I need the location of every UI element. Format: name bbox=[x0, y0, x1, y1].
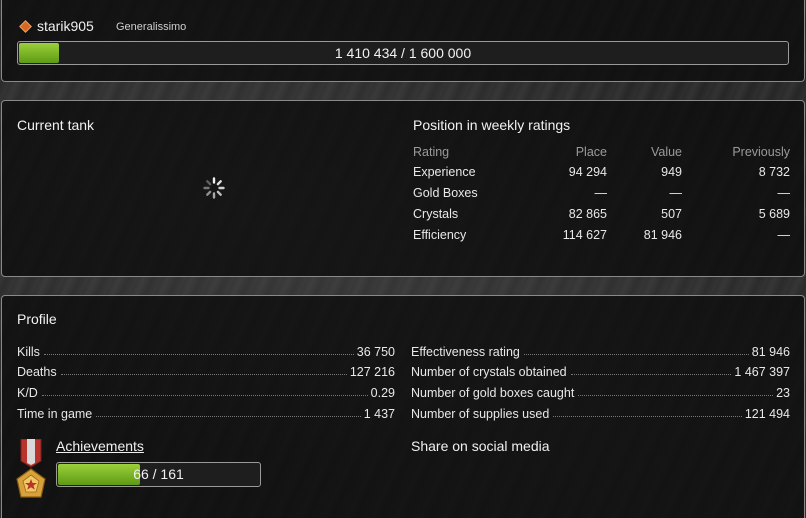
stat-label: K/D bbox=[17, 386, 38, 400]
dotted-leader bbox=[96, 416, 361, 417]
stat-value: 127 216 bbox=[349, 365, 395, 379]
rating-value: 949 bbox=[661, 165, 682, 179]
rating-value: — bbox=[669, 186, 683, 200]
table-row: Gold Boxes — — — bbox=[413, 186, 790, 204]
stat-label: Deaths bbox=[17, 365, 57, 379]
stat-row-effectiveness: Effectiveness rating 81 946 bbox=[411, 343, 790, 359]
rating-value: 507 bbox=[661, 207, 682, 221]
stat-value: 1 467 397 bbox=[734, 365, 790, 379]
dotted-leader bbox=[43, 354, 354, 355]
dotted-leader bbox=[523, 354, 749, 355]
achievements-link[interactable]: Achievements bbox=[56, 438, 144, 454]
dotted-leader bbox=[578, 395, 774, 396]
stat-row-supplies-used: Number of supplies used 121 494 bbox=[411, 405, 790, 421]
stat-label: Number of supplies used bbox=[411, 407, 550, 421]
achievements-progress-bar: 66 / 161 bbox=[56, 462, 261, 487]
rating-name: Crystals bbox=[413, 207, 459, 221]
stat-value: 81 946 bbox=[751, 345, 790, 359]
rating-place: 114 627 bbox=[562, 228, 607, 242]
achievements-progress-text: 66 / 161 bbox=[133, 466, 184, 482]
dotted-leader bbox=[60, 374, 347, 375]
weekly-ratings-header: Rating Place Value Previously bbox=[413, 145, 790, 163]
stat-label: Kills bbox=[17, 345, 40, 359]
rating-value: 81 946 bbox=[643, 228, 682, 242]
rating-previously: 8 732 bbox=[758, 165, 790, 179]
rating-name: Gold Boxes bbox=[413, 186, 478, 200]
rating-place: 82 865 bbox=[568, 207, 607, 221]
stat-row-gold-boxes: Number of gold boxes caught 23 bbox=[411, 384, 790, 400]
stat-value: 121 494 bbox=[744, 407, 790, 421]
username: starik905 bbox=[37, 18, 94, 34]
stat-row-kd: K/D 0.29 bbox=[17, 384, 395, 400]
table-row: Crystals 82 865 507 5 689 bbox=[413, 207, 790, 225]
rating-name: Efficiency bbox=[413, 228, 467, 242]
stat-value: 0.29 bbox=[370, 386, 395, 400]
stat-row-crystals-obtained: Number of crystals obtained 1 467 397 bbox=[411, 363, 790, 379]
rank-name: Generalissimo bbox=[116, 21, 187, 33]
column-rating: Rating bbox=[413, 145, 450, 159]
column-place: Place bbox=[575, 145, 607, 159]
rating-name: Experience bbox=[413, 165, 476, 179]
weekly-ratings-title: Position in weekly ratings bbox=[413, 117, 571, 133]
rating-place: — bbox=[594, 186, 608, 200]
dotted-leader bbox=[553, 416, 742, 417]
stat-row-deaths: Deaths 127 216 bbox=[17, 363, 395, 379]
rating-previously: — bbox=[777, 186, 791, 200]
stat-label: Time in game bbox=[17, 407, 93, 421]
table-row: Experience 94 294 949 8 732 bbox=[413, 165, 790, 183]
stat-label: Number of gold boxes caught bbox=[411, 386, 575, 400]
rating-previously: 5 689 bbox=[758, 207, 790, 221]
stat-row-kills: Kills 36 750 bbox=[17, 343, 395, 359]
current-tank-title: Current tank bbox=[17, 117, 95, 133]
rating-place: 94 294 bbox=[568, 165, 607, 179]
dotted-leader bbox=[570, 374, 732, 375]
stat-label: Effectiveness rating bbox=[411, 345, 520, 359]
stat-row-time-in-game: Time in game 1 437 bbox=[17, 405, 395, 421]
stat-value: 36 750 bbox=[356, 345, 395, 359]
stat-value: 23 bbox=[776, 386, 790, 400]
medal-icon bbox=[16, 439, 46, 498]
share-on-social-media-link[interactable]: Share on social media bbox=[411, 438, 550, 454]
column-value: Value bbox=[650, 145, 682, 159]
table-row: Efficiency 114 627 81 946 — bbox=[413, 228, 790, 246]
experience-progress-bar: 1 410 434 / 1 600 000 bbox=[17, 41, 789, 65]
stat-value: 1 437 bbox=[363, 407, 395, 421]
column-previously: Previously bbox=[732, 145, 790, 159]
rating-previously: — bbox=[777, 228, 791, 242]
stat-label: Number of crystals obtained bbox=[411, 365, 567, 379]
profile-title: Profile bbox=[17, 311, 57, 327]
loading-spinner-icon bbox=[203, 177, 225, 199]
dotted-leader bbox=[41, 395, 368, 396]
experience-progress-text: 1 410 434 / 1 600 000 bbox=[334, 45, 472, 61]
